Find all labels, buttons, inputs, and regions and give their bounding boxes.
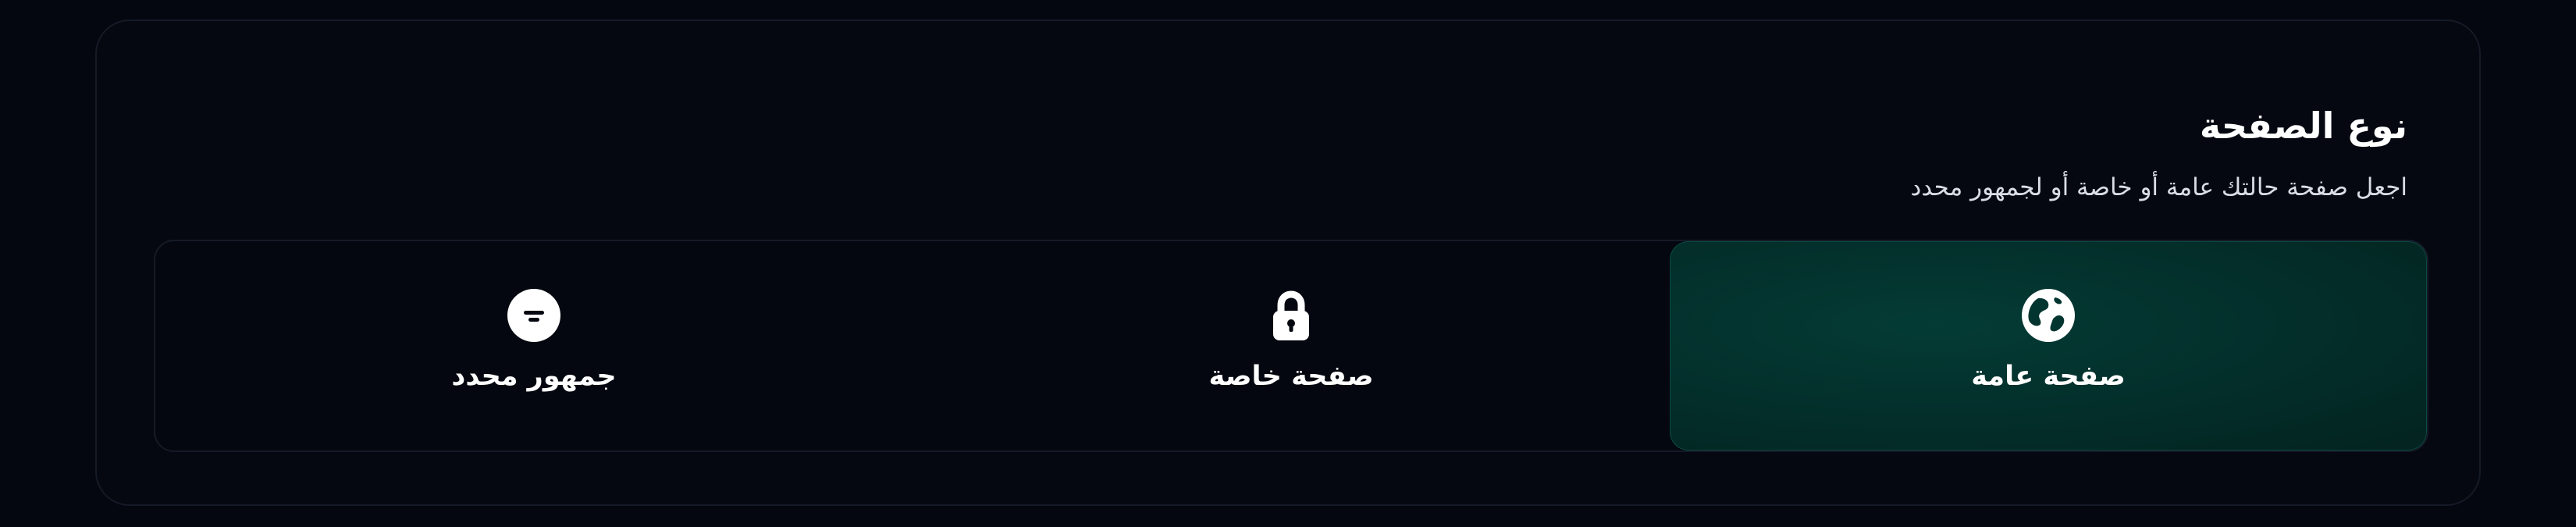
page-type-selector: صفحة عامة صفحة خاصة جمهور محدد	[154, 240, 2428, 452]
option-private-label: صفحة خاصة	[1208, 361, 1374, 392]
page-type-description: اجعل صفحة حالتك عامة أو خاصة أو لجمهور م…	[1910, 173, 2407, 201]
option-specific-audience[interactable]: جمهور محدد	[155, 241, 913, 450]
globe-icon	[2021, 288, 2076, 343]
page-type-title: نوع الصفحة	[2199, 105, 2407, 147]
page-type-card: نوع الصفحة اجعل صفحة حالتك عامة أو خاصة …	[95, 20, 2481, 506]
option-audience-label: جمهور محدد	[451, 361, 617, 392]
option-public-label: صفحة عامة	[1971, 361, 2126, 392]
lock-icon	[1264, 288, 1318, 343]
option-public-page[interactable]: صفحة عامة	[1670, 241, 2427, 450]
filter-icon	[507, 288, 561, 343]
option-private-page[interactable]: صفحة خاصة	[913, 241, 1670, 450]
